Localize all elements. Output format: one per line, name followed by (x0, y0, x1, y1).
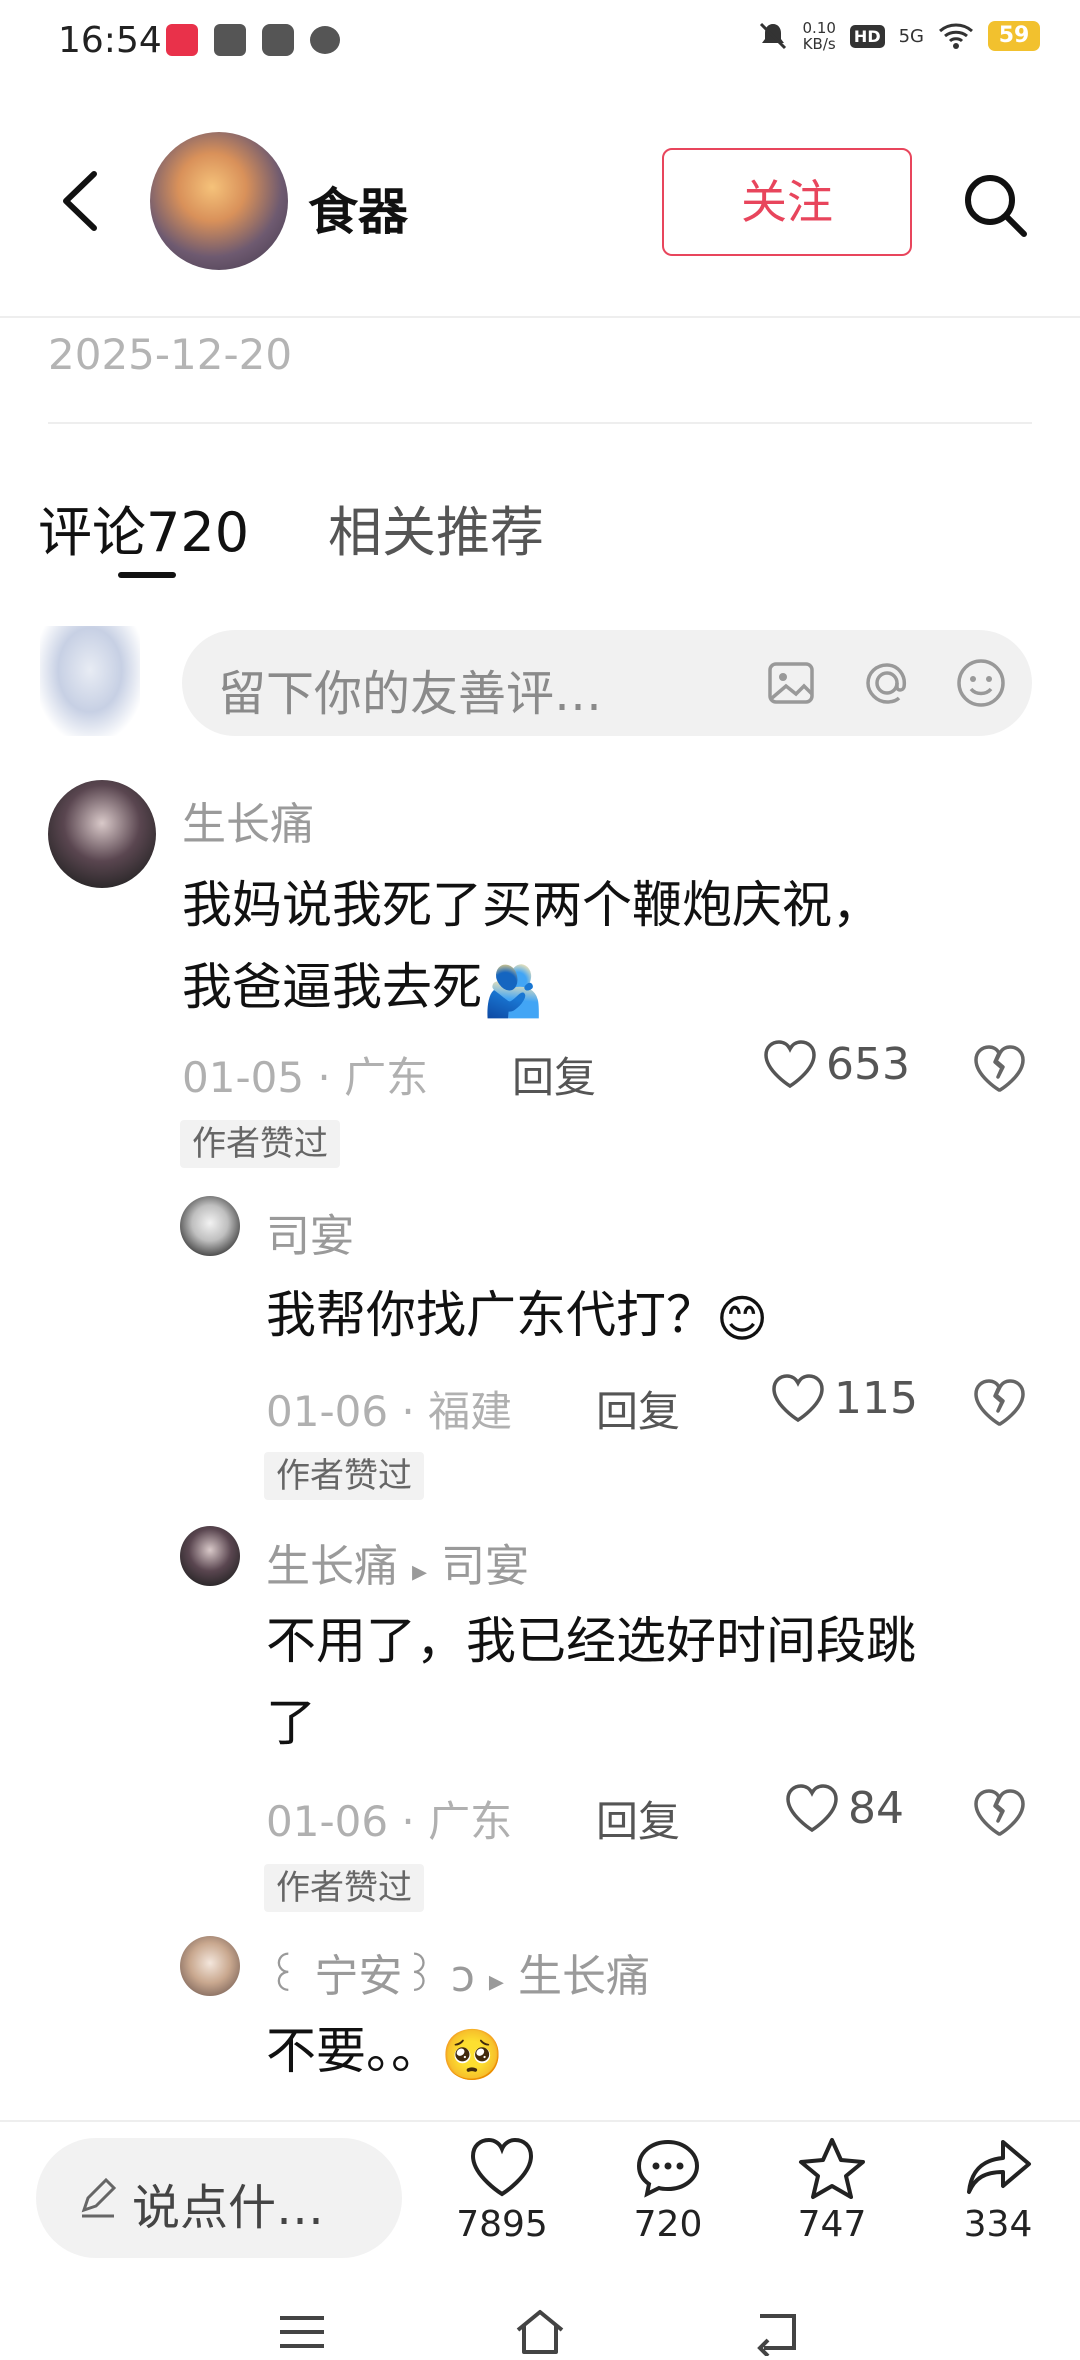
tab-recommendations[interactable]: 相关推荐 (328, 488, 544, 567)
like-count: 7895 (456, 2204, 548, 2245)
battery-icon: 59 (988, 21, 1040, 51)
heart-icon (786, 1784, 838, 1833)
broken-heart-icon[interactable] (972, 1042, 1026, 1096)
reply-button[interactable]: 回复 (512, 1044, 596, 1105)
chat-notification-icon (310, 26, 340, 54)
like-button[interactable]: 115 (770, 1372, 918, 1424)
emoji-icon[interactable] (952, 654, 1010, 712)
system-nav-bar (0, 2300, 1080, 2360)
my-avatar (40, 626, 140, 736)
comment-action[interactable]: 720 (598, 2136, 738, 2256)
bottom-input-label: 说点什… (132, 2180, 325, 2236)
comment-author: ꒰ 宁安꒱ ɔ ▸ 生长痛 (266, 1951, 650, 2002)
reply-arrow-icon: ▸ (488, 1964, 504, 1999)
author-avatar[interactable] (150, 132, 288, 270)
broken-heart-icon[interactable] (972, 1376, 1026, 1430)
camera-notification-icon (262, 24, 294, 56)
divider (0, 316, 1080, 318)
cellular-signal-icon: 5G (898, 25, 924, 47)
share-action[interactable]: 334 (928, 2136, 1068, 2256)
comment-author[interactable]: 生长痛 (182, 788, 314, 852)
comment-text: 不要。。🥺 (266, 2010, 503, 2096)
comment-author: 生长痛 ▸ 司宴 (266, 1541, 530, 1592)
image-icon[interactable] (762, 654, 820, 712)
favorite-count: 747 (797, 2204, 867, 2245)
status-indicators: 0.10 KB/s HD 5G 59 (757, 20, 1040, 52)
reply-button[interactable]: 回复 (596, 1788, 680, 1849)
heart-icon (470, 2137, 534, 2197)
net-speed: 0.10 KB/s (802, 19, 836, 53)
comment-text: 不用了，我已经选好时间段跳 了 (266, 1612, 916, 1752)
share-count: 334 (963, 2204, 1033, 2245)
comment-meta: 01-06 · 福建 (266, 1387, 513, 1436)
author-liked-badge: 作者赞过 (264, 1864, 424, 1912)
broken-heart-icon[interactable] (972, 1786, 1026, 1840)
comment-author[interactable]: 司宴 (266, 1200, 354, 1264)
tab-indicator (118, 572, 176, 578)
menu-icon[interactable] (272, 2306, 332, 2356)
author-liked-badge: 作者赞过 (180, 1120, 340, 1168)
favorite-action[interactable]: 747 (762, 2136, 902, 2256)
like-count: 115 (834, 1372, 918, 1424)
heart-icon (772, 1374, 824, 1423)
commenter-avatar[interactable] (48, 780, 156, 888)
wifi-icon (939, 23, 973, 49)
like-button[interactable]: 653 (762, 1038, 910, 1090)
hug-emoji: 🫂 (482, 961, 545, 1020)
hd-badge: HD (849, 24, 885, 48)
mention-icon[interactable] (858, 654, 916, 712)
mute-bell-icon (759, 22, 786, 50)
author-liked-badge: 作者赞过 (264, 1452, 424, 1500)
search-icon[interactable] (960, 170, 1030, 240)
like-button[interactable]: 84 (784, 1782, 904, 1834)
top-header: 食器 关注 (0, 120, 1080, 280)
comment-meta: 01-05 · 广东 (182, 1053, 429, 1102)
square-notification-icon (214, 24, 246, 56)
tab-comments[interactable]: 评论720 (38, 488, 249, 567)
star-icon (799, 2138, 865, 2199)
reply-button[interactable]: 回复 (596, 1378, 680, 1439)
app-notification-icon (166, 24, 198, 56)
comment-icon (636, 2139, 700, 2198)
back-icon[interactable] (56, 166, 106, 236)
heart-icon (764, 1040, 816, 1089)
notification-icons (166, 24, 340, 56)
commenter-avatar[interactable] (180, 1936, 240, 1996)
comment-placeholder: 留下你的友善评… (218, 666, 603, 722)
status-time: 16:54 (58, 20, 162, 61)
like-count: 653 (826, 1038, 910, 1090)
pleading-emoji: 🥺 (441, 2025, 504, 2084)
comment-input[interactable]: 留下你的友善评… (182, 630, 1032, 736)
author-name[interactable]: 食器 (308, 172, 408, 244)
comment-text: 我妈说我死了买两个鞭炮庆祝， 我爸逼我去死🫂 (182, 864, 882, 1032)
tab-bar: 评论720 相关推荐 (0, 480, 1080, 580)
commenter-avatar[interactable] (180, 1526, 240, 1586)
smile-emoji: 😊 (716, 1289, 769, 1348)
comment-meta: 01-06 · 广东 (266, 1797, 513, 1846)
follow-button[interactable]: 关注 (662, 148, 912, 256)
back-nav-icon[interactable] (748, 2306, 808, 2356)
divider (0, 2120, 1080, 2122)
share-icon (967, 2140, 1031, 2194)
comment-text: 我帮你找广东代打？😊 (266, 1274, 768, 1360)
divider (48, 422, 1032, 424)
reply-arrow-icon: ▸ (412, 1554, 428, 1589)
like-action[interactable]: 7895 (432, 2136, 572, 2256)
comment-count: 720 (633, 2204, 703, 2245)
like-count: 84 (848, 1782, 904, 1834)
bottom-comment-input[interactable]: 说点什… (36, 2138, 402, 2258)
home-icon[interactable] (510, 2306, 570, 2356)
commenter-avatar[interactable] (180, 1196, 240, 1256)
post-date: 2025-12-20 (48, 330, 293, 379)
pencil-icon (81, 2177, 117, 2218)
status-bar: 16:54 0.10 KB/s HD 5G 59 (0, 0, 1080, 84)
